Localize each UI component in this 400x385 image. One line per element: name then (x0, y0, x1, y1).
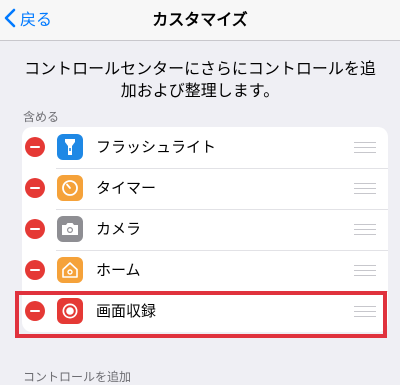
remove-button[interactable] (25, 219, 45, 239)
section-header-included: 含める (23, 110, 60, 124)
list-item-home: ホーム (22, 250, 388, 291)
section-header-add-controls: コントロールを追加 (23, 370, 132, 384)
reorder-handle-icon[interactable] (354, 224, 376, 235)
navigation-bar: 戻る カスタマイズ (0, 0, 400, 41)
list-item-screen-recording: 画面収録 (22, 291, 388, 332)
screen-recording-icon (57, 298, 83, 324)
remove-button[interactable] (25, 137, 45, 157)
page-title: カスタマイズ (152, 10, 248, 29)
item-label: タイマー (96, 179, 157, 197)
reorder-handle-icon[interactable] (354, 265, 376, 276)
flashlight-icon (57, 134, 83, 160)
reorder-handle-icon[interactable] (354, 306, 376, 317)
item-label: 画面収録 (96, 302, 157, 320)
description-text: コントロールセンターにさらにコントロールを追加および整理します。 (24, 59, 376, 100)
item-label: ホーム (96, 261, 141, 279)
remove-button[interactable] (25, 260, 45, 280)
home-icon (57, 257, 83, 283)
reorder-handle-icon[interactable] (354, 183, 376, 194)
camera-icon (57, 216, 83, 242)
included-controls-list: フラッシュライト タイマー カメラ ホーム 画面収録 (22, 127, 388, 332)
remove-button[interactable] (25, 178, 45, 198)
list-item-flashlight: フラッシュライト (22, 127, 388, 168)
item-label: フラッシュライト (96, 138, 217, 156)
item-label: カメラ (96, 220, 142, 238)
reorder-handle-icon[interactable] (354, 142, 376, 153)
timer-icon (57, 175, 83, 201)
list-item-timer: タイマー (22, 168, 388, 209)
list-item-camera: カメラ (22, 209, 388, 250)
remove-button[interactable] (25, 301, 45, 321)
